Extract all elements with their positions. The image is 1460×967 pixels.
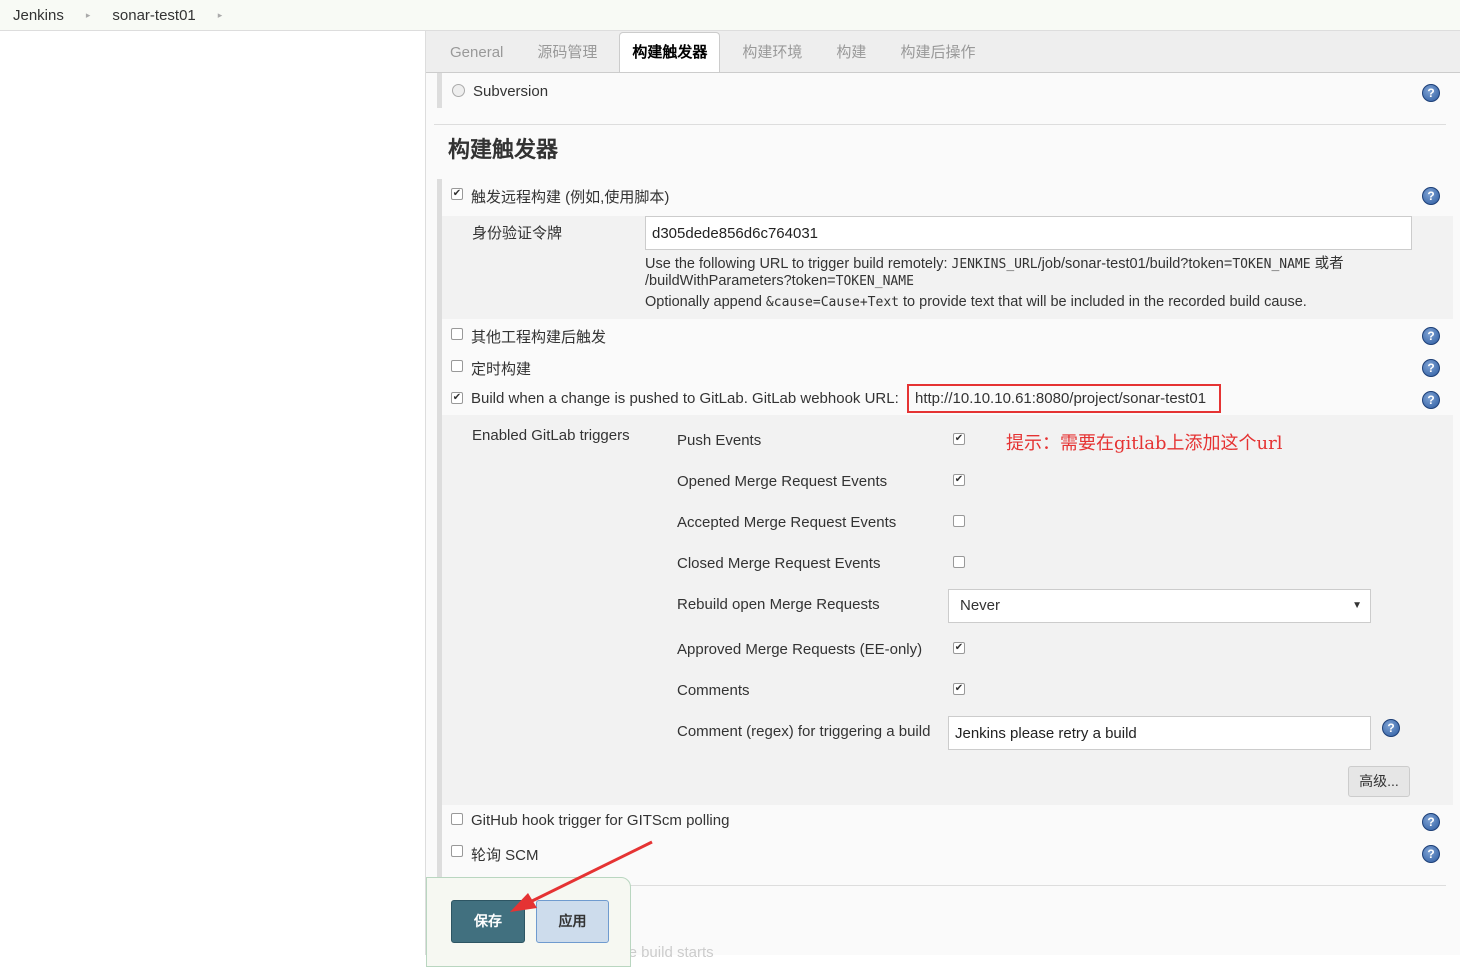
annotation-arrow-icon: [510, 840, 653, 912]
